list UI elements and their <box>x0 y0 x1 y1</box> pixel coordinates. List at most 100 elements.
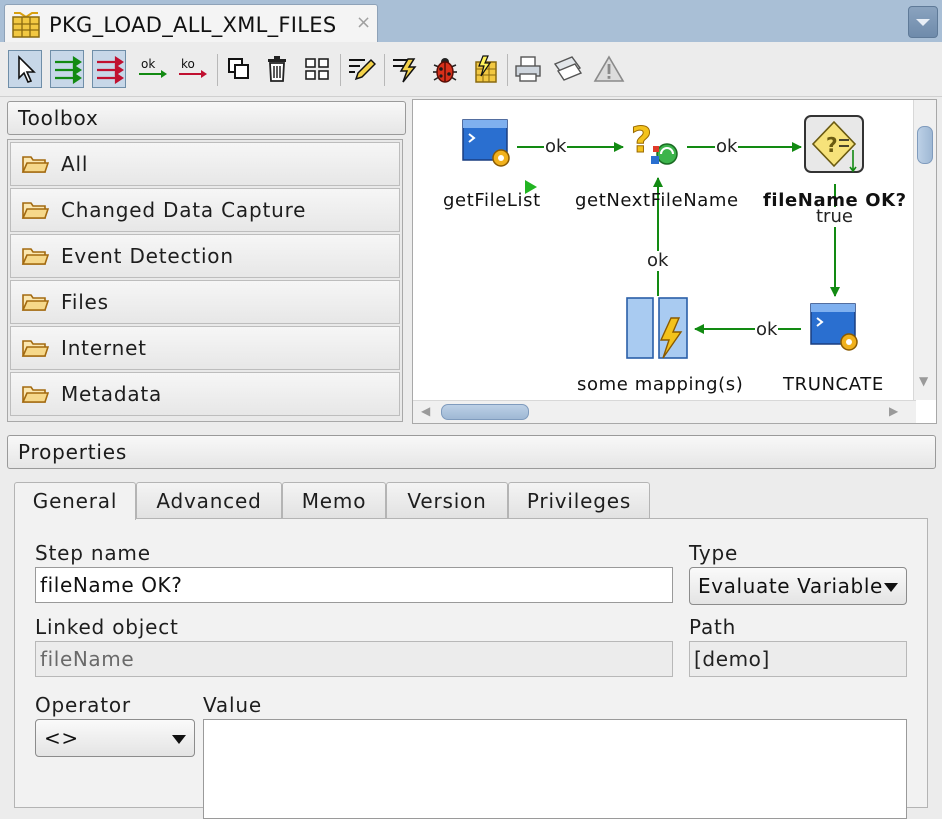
validate-button[interactable] <box>592 50 626 88</box>
properties-panel: General Advanced Memo Version Privileges… <box>14 482 928 819</box>
toolbar-separator <box>217 54 218 86</box>
link-label-true: true <box>815 206 854 227</box>
edit-step-button[interactable] <box>344 50 378 88</box>
package-diagram-canvas[interactable]: getFileList ? getNextFileName ? fileName… <box>412 99 937 424</box>
toolbox-item-label: Metadata <box>61 382 163 406</box>
ko-link-text: ko <box>181 57 195 71</box>
truncate-step-icon[interactable] <box>809 302 863 354</box>
execute-lightning-icon <box>393 58 417 83</box>
execute-step-button[interactable] <box>468 50 502 88</box>
step-label-truncate: TRUNCATE <box>783 374 884 395</box>
toolbox-item-changed-data-capture[interactable]: Changed Data Capture <box>10 188 400 232</box>
evaluate-variable-step-icon[interactable]: ? <box>803 114 867 176</box>
toolbox-item-internet[interactable]: Internet <box>10 326 400 370</box>
toolbox-list: All Changed Data Capture Event Detection… <box>7 139 403 422</box>
folder-icon <box>21 337 51 359</box>
link-label-ok: ok <box>715 136 739 157</box>
linked-object-field: fileName <box>35 641 673 677</box>
operator-select-value: <> <box>44 726 79 750</box>
toolbox-item-label: Files <box>61 290 109 314</box>
bug-icon <box>433 58 457 83</box>
toolbox-item-event-detection[interactable]: Event Detection <box>10 234 400 278</box>
link-label-ok: ok <box>755 319 779 340</box>
toolbox-item-metadata[interactable]: Metadata <box>10 372 400 416</box>
type-select[interactable]: Evaluate Variable <box>689 567 907 605</box>
arrange-grid-icon <box>305 58 329 80</box>
tab-advanced[interactable]: Advanced <box>136 482 282 518</box>
svg-text:?: ? <box>631 120 652 161</box>
link-label-ok: ok <box>646 250 670 271</box>
folder-icon <box>21 199 51 221</box>
step-name-field[interactable]: fileName OK? <box>35 567 673 603</box>
delete-selection-button[interactable] <box>260 50 294 88</box>
link-label-ok: ok <box>544 136 568 157</box>
select-pointer-button[interactable] <box>8 50 42 88</box>
ok-link-button[interactable]: ok <box>136 50 170 88</box>
close-icon[interactable]: × <box>356 12 371 33</box>
print-button[interactable] <box>511 50 545 88</box>
toolbox-item-label: Event Detection <box>61 244 234 268</box>
tab-privileges[interactable]: Privileges <box>508 482 650 518</box>
folder-icon <box>21 383 51 405</box>
path-label: Path <box>689 615 737 639</box>
folder-icon <box>21 245 51 267</box>
debug-package-button[interactable] <box>428 50 462 88</box>
tab-memo[interactable]: Memo <box>282 482 386 518</box>
green-arrows-icon <box>55 55 82 84</box>
edit-pencil-icon <box>349 58 376 81</box>
diagram-horizontal-scrollbar[interactable]: ◀ ▶ <box>413 400 916 423</box>
toolbox-item-files[interactable]: Files <box>10 280 400 324</box>
ok-link-text: ok <box>141 57 155 71</box>
svg-text:?: ? <box>826 133 838 157</box>
refresh-variable-step-icon[interactable]: ? <box>627 116 687 172</box>
operator-label: Operator <box>35 693 131 717</box>
toolbox-item-label: Internet <box>61 336 147 360</box>
properties-title: Properties <box>18 440 128 464</box>
page-setup-button[interactable] <box>551 50 585 88</box>
folder-icon <box>21 291 51 313</box>
trash-icon <box>268 56 286 82</box>
tab-version[interactable]: Version <box>386 482 508 518</box>
scroll-down-arrow-icon[interactable]: ▼ <box>919 374 928 388</box>
diagram-vertical-scrollbar[interactable]: ▼ <box>913 100 936 400</box>
toolbar-separator <box>507 54 508 86</box>
toolbar-separator <box>384 54 385 86</box>
package-toolbar: ok ko <box>0 42 942 97</box>
warning-icon <box>593 55 625 82</box>
red-arrows-icon <box>97 55 124 84</box>
properties-header[interactable]: Properties <box>7 435 936 469</box>
ko-link-icon: ko <box>179 57 207 78</box>
printer-icon <box>515 56 541 82</box>
toolbox-item-all[interactable]: All <box>10 142 400 186</box>
step-name-label: Step name <box>35 541 151 565</box>
arrange-steps-button[interactable] <box>300 50 334 88</box>
path-field: [demo] <box>689 641 907 677</box>
tab-list-dropdown-button[interactable] <box>908 6 938 38</box>
os-command-step-icon[interactable] <box>461 118 515 170</box>
next-step-on-failure-button[interactable] <box>92 50 126 88</box>
mapping-step-icon[interactable] <box>625 296 691 362</box>
editor-tab-title: PKG_LOAD_ALL_XML_FILES <box>49 13 337 37</box>
step-label-getfilelist: getFileList <box>443 190 541 211</box>
scroll-left-arrow-icon[interactable]: ◀ <box>421 404 430 418</box>
chevron-down-icon <box>172 735 186 744</box>
toolbar-separator <box>340 54 341 86</box>
scrollbar-thumb[interactable] <box>441 404 529 420</box>
scroll-right-arrow-icon[interactable]: ▶ <box>889 404 898 418</box>
execute-package-button[interactable] <box>388 50 422 88</box>
ko-link-button[interactable]: ko <box>176 50 210 88</box>
execute-step-icon <box>475 55 497 83</box>
toolbox-item-label: All <box>61 152 89 176</box>
duplicate-selection-button[interactable] <box>222 50 256 88</box>
page-setup-icon <box>553 56 583 81</box>
ok-link-icon: ok <box>139 57 167 78</box>
scrollbar-thumb[interactable] <box>917 126 933 164</box>
general-tab-content: Step name fileName OK? Type Evaluate Var… <box>14 518 928 819</box>
toolbox-header[interactable]: Toolbox <box>7 101 406 135</box>
next-step-on-success-button[interactable] <box>50 50 84 88</box>
value-label: Value <box>203 693 262 717</box>
tab-general[interactable]: General <box>14 482 136 520</box>
operator-select[interactable]: <> <box>35 719 195 757</box>
editor-tab-package[interactable]: PKG_LOAD_ALL_XML_FILES × <box>4 4 378 42</box>
value-textarea[interactable] <box>203 719 907 819</box>
